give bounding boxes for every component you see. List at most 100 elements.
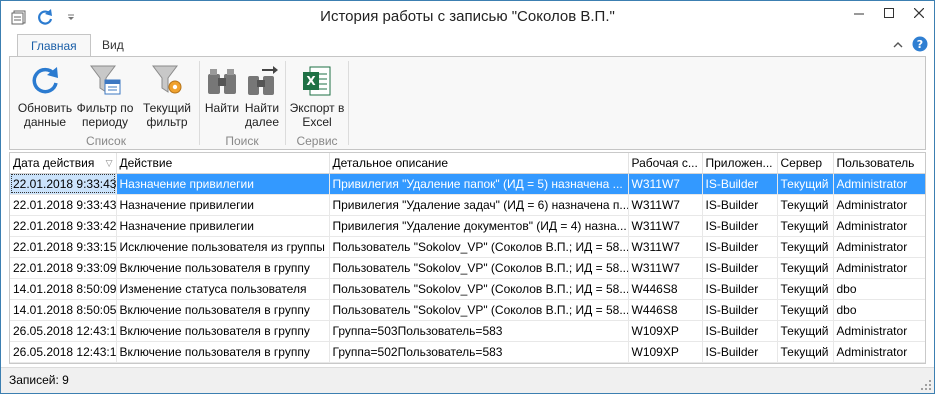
table-cell[interactable]: Administrator [833,320,925,342]
table-cell[interactable]: Изменение статуса пользователя [116,278,330,300]
column-header-server[interactable]: Сервер [777,153,834,174]
table-row[interactable]: 26.05.2018 12:43:15 Включение пользовате… [10,341,925,363]
table-row[interactable]: 26.05.2018 12:43:16 Включение пользовате… [10,320,925,342]
table-cell[interactable]: Привилегия "Удаление папок" (ИД = 5) наз… [329,173,629,195]
table-cell[interactable]: IS-Builder [702,194,778,216]
table-cell[interactable]: Administrator [833,341,925,363]
current-filter-icon [136,61,198,97]
tab-view[interactable]: Вид [89,34,137,57]
table-cell[interactable]: dbo [833,278,925,300]
table-cell[interactable]: 22.01.2018 9:33:09 [10,257,117,279]
table-cell[interactable]: Текущий [777,299,834,321]
period-filter-button[interactable]: Фильтр по периоду [74,61,136,129]
table-row[interactable]: 22.01.2018 9:33:43 Назначение привилегии… [10,173,925,195]
maximize-icon[interactable] [874,1,904,25]
table-cell[interactable]: 26.05.2018 12:43:16 [10,320,117,342]
column-header-description[interactable]: Детальное описание [329,153,629,174]
table-cell[interactable]: Текущий [777,215,834,237]
table-cell[interactable]: Пользователь "Sokolov_VP" (Соколов В.П.;… [329,278,629,300]
table-cell[interactable]: Привилегия "Удаление документов" (ИД = 4… [329,215,629,237]
table-cell[interactable]: IS-Builder [702,341,778,363]
table-cell[interactable]: Пользователь "Sokolov_VP" (Соколов В.П.;… [329,236,629,258]
table-cell[interactable]: W446S8 [628,299,703,321]
group-separator [199,61,200,145]
table-cell[interactable]: Текущий [777,173,834,195]
table-cell[interactable]: W311W7 [628,173,703,195]
table-cell[interactable]: Administrator [833,236,925,258]
table-cell[interactable]: Включение пользователя в группу [116,320,330,342]
table-cell[interactable]: Привилегия "Удаление задач" (ИД = 6) наз… [329,194,629,216]
find-next-button[interactable]: Найти далее [242,61,282,129]
column-header-date[interactable]: Дата действия ▽ [10,153,117,174]
table-row[interactable]: 22.01.2018 9:33:15 Исключение пользовате… [10,236,925,258]
refresh-data-button[interactable]: Обновить данные [14,61,76,129]
table-cell[interactable]: W109XP [628,341,703,363]
table-row[interactable]: 14.01.2018 8:50:09 Изменение статуса пол… [10,278,925,300]
table-cell[interactable]: 26.05.2018 12:43:15 [10,341,117,363]
table-cell[interactable]: W311W7 [628,257,703,279]
column-header-workstation[interactable]: Рабочая с... [628,153,703,174]
group-separator [285,61,286,145]
table-cell[interactable]: Пользователь "Sokolov_VP" (Соколов В.П.;… [329,257,629,279]
table-cell[interactable]: 22.01.2018 9:33:43 [10,173,117,195]
collapse-ribbon-icon[interactable] [892,39,904,53]
table-cell[interactable]: W311W7 [628,236,703,258]
table-cell[interactable]: W109XP [628,320,703,342]
status-bar: Записей: 9 [1,367,934,393]
column-header-user[interactable]: Пользователь [833,153,925,174]
export-excel-button[interactable]: X Экспорт в Excel [289,61,345,129]
table-cell[interactable]: Исключение пользователя из группы [116,236,330,258]
table-cell[interactable]: Назначение привилегии [116,173,330,195]
table-cell[interactable]: Включение пользователя в группу [116,341,330,363]
current-filter-button[interactable]: Текущий фильтр [136,61,198,129]
history-table: Дата действия ▽ Действие Детальное описан… [10,153,925,363]
table-cell[interactable]: Administrator [833,257,925,279]
table-cell[interactable]: W311W7 [628,194,703,216]
minimize-icon[interactable] [844,1,874,25]
table-cell[interactable]: 14.01.2018 8:50:05 [10,299,117,321]
table-cell[interactable]: Включение пользователя в группу [116,299,330,321]
history-grid[interactable]: Дата действия ▽ Действие Детальное описан… [9,152,926,364]
table-cell[interactable]: Группа=502Пользователь=583 [329,341,629,363]
table-cell[interactable]: Administrator [833,194,925,216]
tab-home[interactable]: Главная [17,34,91,57]
table-cell[interactable]: Назначение привилегии [116,215,330,237]
table-cell[interactable]: IS-Builder [702,320,778,342]
table-cell[interactable]: Текущий [777,320,834,342]
table-cell[interactable]: Текущий [777,194,834,216]
table-cell[interactable]: Текущий [777,236,834,258]
table-cell[interactable]: Administrator [833,173,925,195]
column-header-action[interactable]: Действие [116,153,330,174]
table-cell[interactable]: IS-Builder [702,257,778,279]
table-row[interactable]: 22.01.2018 9:33:09 Включение пользовател… [10,257,925,279]
table-cell[interactable]: W446S8 [628,278,703,300]
close-icon[interactable] [904,1,934,25]
table-cell[interactable]: IS-Builder [702,278,778,300]
table-cell[interactable]: IS-Builder [702,236,778,258]
table-row[interactable]: 22.01.2018 9:33:43 Назначение привилегии… [10,194,925,216]
table-cell[interactable]: W311W7 [628,215,703,237]
table-cell[interactable]: Administrator [833,215,925,237]
resize-grip-icon[interactable] [920,379,932,391]
table-cell[interactable]: 22.01.2018 9:33:15 [10,236,117,258]
table-cell[interactable]: Назначение привилегии [116,194,330,216]
table-cell[interactable]: dbo [833,299,925,321]
help-icon[interactable]: ? [912,36,928,55]
table-cell[interactable]: 22.01.2018 9:33:43 [10,194,117,216]
table-cell[interactable]: IS-Builder [702,215,778,237]
table-cell[interactable]: 22.01.2018 9:33:42 [10,215,117,237]
column-header-application[interactable]: Приложен... [702,153,778,174]
table-cell[interactable]: Группа=503Пользователь=583 [329,320,629,342]
table-row[interactable]: 14.01.2018 8:50:05 Включение пользовател… [10,299,925,321]
table-cell[interactable]: IS-Builder [702,299,778,321]
table-cell[interactable]: Включение пользователя в группу [116,257,330,279]
table-cell[interactable]: Текущий [777,341,834,363]
table-cell[interactable]: IS-Builder [702,173,778,195]
find-button[interactable]: Найти [203,61,241,115]
table-cell[interactable]: Пользователь "Sokolov_VP" (Соколов В.П.;… [329,299,629,321]
table-cell[interactable]: Текущий [777,257,834,279]
table-row[interactable]: 22.01.2018 9:33:42 Назначение привилегии… [10,215,925,237]
current-filter-label: Текущий фильтр [143,101,191,129]
table-cell[interactable]: 14.01.2018 8:50:09 [10,278,117,300]
table-cell[interactable]: Текущий [777,278,834,300]
